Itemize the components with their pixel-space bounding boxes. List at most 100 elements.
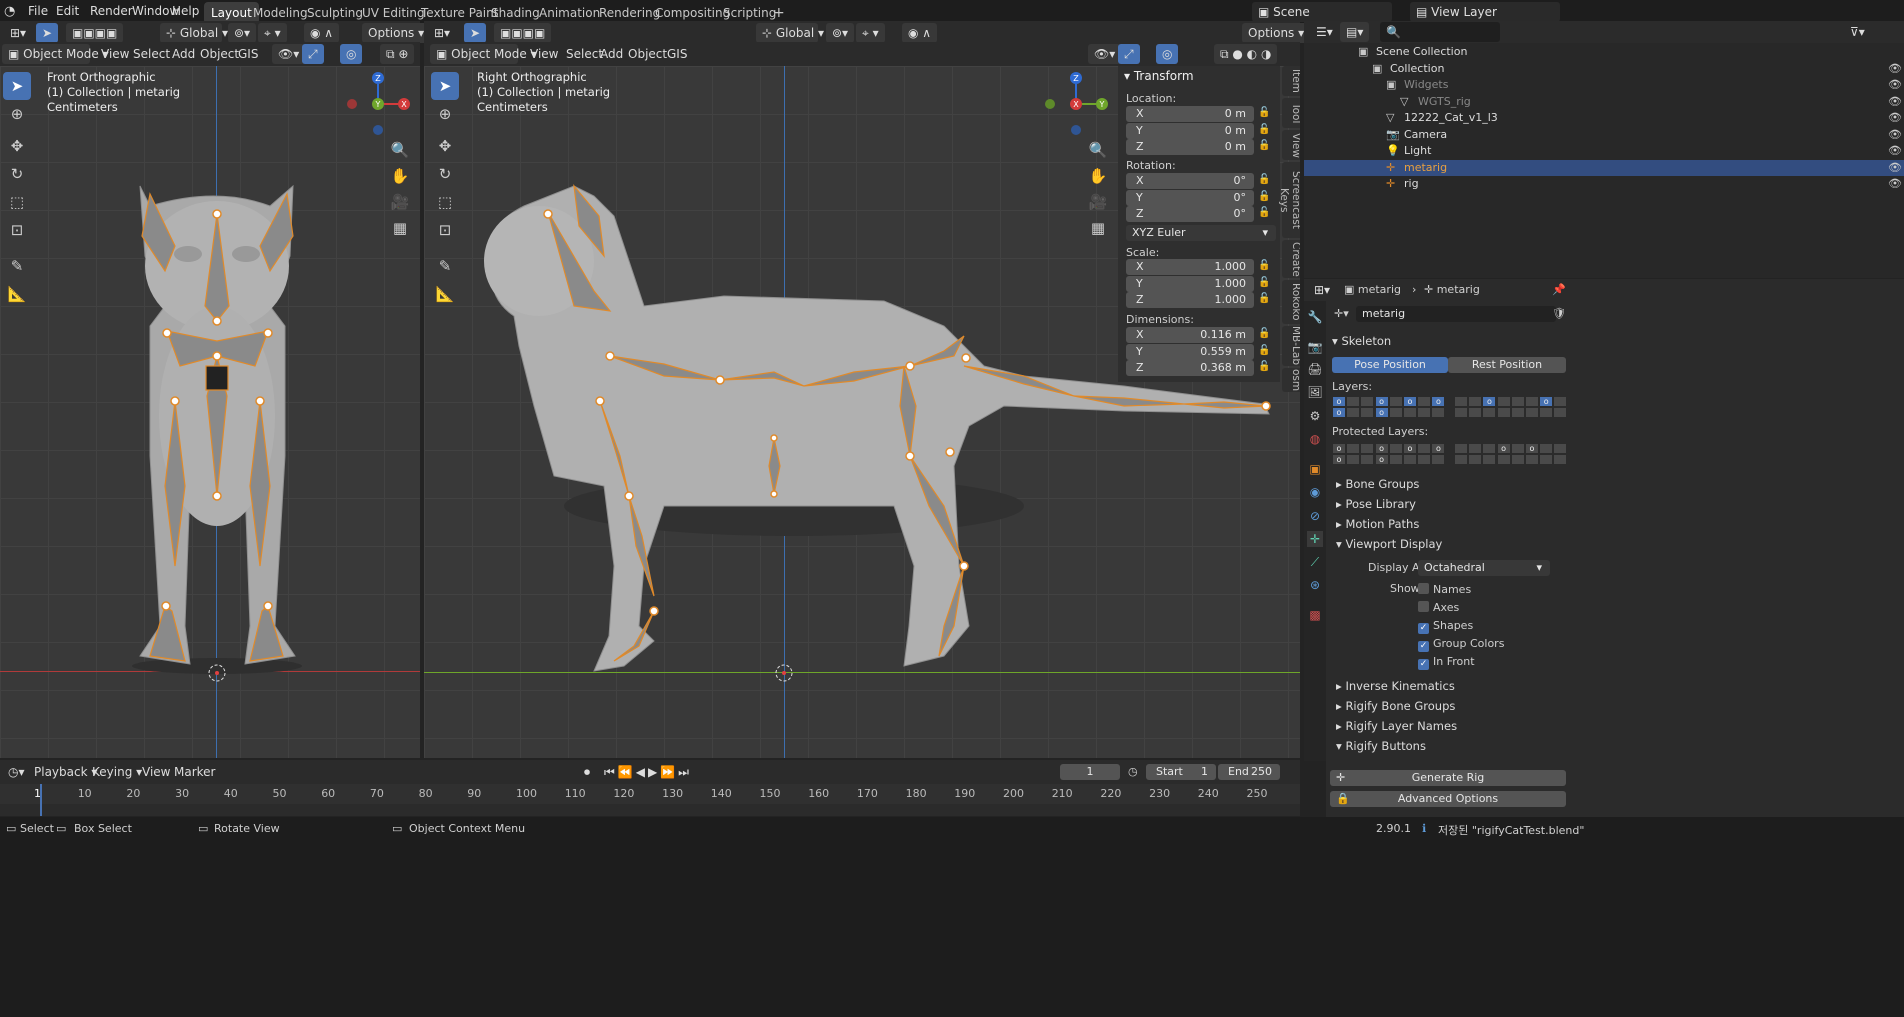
location-y-field[interactable]: Y 0 m: [1126, 122, 1254, 139]
layer-toggle[interactable]: o: [1332, 443, 1346, 454]
layer-toggle[interactable]: [1388, 454, 1403, 465]
layer-toggle[interactable]: [1388, 407, 1403, 418]
checkbox-in-front[interactable]: ✓ In Front: [1418, 655, 1475, 670]
rigify-layer-names-panel-header[interactable]: ▸ Rigify Layer Names: [1336, 719, 1457, 733]
xray-icon[interactable]: ⧉ ⊕: [380, 44, 415, 64]
bone-props-icon[interactable]: ⟋: [1307, 554, 1323, 570]
transform-panel-header[interactable]: ▾ Transform: [1124, 69, 1194, 83]
texture-props-icon[interactable]: ▩: [1307, 607, 1323, 623]
gizmo-toggle-icon[interactable]: ⤢: [302, 44, 324, 64]
checkbox-shapes[interactable]: ✓ Shapes: [1418, 619, 1473, 634]
rotation-z-field[interactable]: Z 0°: [1126, 206, 1254, 222]
editor-type-icon[interactable]: ⊞▾: [1308, 280, 1336, 300]
layer-toggle[interactable]: [1525, 407, 1539, 418]
snap-icon[interactable]: ⌖ ▾: [258, 23, 287, 43]
dimension-x-field[interactable]: X 0.116 m: [1126, 327, 1254, 343]
menu-render[interactable]: Render: [90, 4, 133, 18]
layer-toggle[interactable]: [1510, 396, 1525, 407]
generate-rig-button[interactable]: ✛ Generate Rig: [1330, 770, 1566, 786]
shading-modes-icon[interactable]: ⧉ ● ◐ ◑: [1214, 44, 1278, 64]
eye-icon[interactable]: 👁: [1888, 110, 1902, 126]
location-x-field[interactable]: X 0 m: [1126, 106, 1254, 122]
outliner-row[interactable]: 📷 Camera 👁: [1304, 127, 1904, 143]
pivot-icon[interactable]: ⊚▾: [826, 23, 855, 43]
menu-gis[interactable]: GIS: [238, 44, 258, 64]
proportional-icon[interactable]: ◉ ∧: [304, 23, 340, 43]
blender-logo-icon[interactable]: ◔: [4, 4, 15, 19]
npanel-tab-osm[interactable]: osm: [1282, 368, 1300, 392]
lock-icon[interactable]: 🔓: [1258, 191, 1270, 202]
checkbox-box[interactable]: [1418, 583, 1429, 594]
output-props-icon[interactable]: 🖨: [1307, 361, 1323, 377]
editor-type-icon[interactable]: ⊞▾: [428, 23, 456, 43]
layer-toggle[interactable]: [1346, 396, 1361, 407]
menu-add[interactable]: Add: [600, 44, 623, 64]
outliner-row[interactable]: 💡 Light 👁: [1304, 143, 1904, 159]
layer-toggle[interactable]: [1510, 443, 1525, 454]
outliner-search-input[interactable]: 🔍: [1380, 22, 1500, 42]
layer-toggle[interactable]: [1360, 396, 1375, 407]
menu-gis[interactable]: GIS: [667, 44, 687, 64]
outliner-row[interactable]: ▣ Scene Collection: [1304, 44, 1904, 60]
layer-toggle[interactable]: [1388, 396, 1403, 407]
transform-orientation[interactable]: ⊹ Global ▾: [160, 23, 228, 43]
layer-toggle[interactable]: [1417, 407, 1432, 418]
lock-icon[interactable]: 🔓: [1258, 277, 1270, 288]
editor-type-icon[interactable]: ⊞▾: [4, 23, 32, 43]
render-props-icon[interactable]: 📷: [1307, 339, 1323, 355]
select-tool-icon[interactable]: ➤: [464, 23, 487, 43]
front-viewport[interactable]: ➤ ⊕ ✥ ↻ ⬚ ⊡ ✎ 📐 Front Orthographic (1) C…: [0, 66, 420, 758]
menu-marker[interactable]: Marker: [174, 762, 215, 782]
menu-add[interactable]: Add: [172, 44, 195, 64]
layer-toggle[interactable]: [1417, 454, 1432, 465]
layer-toggle[interactable]: [1468, 396, 1483, 407]
constraint-props-icon[interactable]: ⊘: [1307, 508, 1323, 524]
options-button[interactable]: Options ▾: [1242, 23, 1311, 43]
playhead[interactable]: [40, 784, 42, 816]
layer-toggle[interactable]: [1539, 407, 1554, 418]
overlay-toggle-icon[interactable]: ◎: [1156, 44, 1179, 64]
layer-toggle[interactable]: o: [1374, 454, 1389, 465]
layer-toggle[interactable]: [1468, 454, 1483, 465]
pivot-icon[interactable]: ⊚▾: [228, 23, 257, 43]
scale-x-field[interactable]: X 1.000: [1126, 259, 1254, 275]
layer-toggle[interactable]: [1431, 454, 1446, 465]
menu-object[interactable]: Object: [628, 44, 667, 64]
layer-toggle[interactable]: [1553, 396, 1568, 407]
visibility-icon[interactable]: 👁▾: [272, 44, 306, 64]
location-z-field[interactable]: Z 0 m: [1126, 139, 1254, 155]
outliner-row[interactable]: ▣ Widgets 👁: [1304, 77, 1904, 93]
menu-file[interactable]: File: [28, 4, 48, 18]
layer-toggle[interactable]: [1553, 443, 1568, 454]
npanel-tab-create[interactable]: Create: [1282, 240, 1300, 278]
layer-toggle[interactable]: [1468, 443, 1483, 454]
layer-toggle[interactable]: [1482, 407, 1497, 418]
menu-object[interactable]: Object: [200, 44, 239, 64]
menu-select[interactable]: Select: [133, 44, 170, 64]
layer-toggle[interactable]: o: [1403, 396, 1417, 407]
pose-library-panel-header[interactable]: ▸ Pose Library: [1336, 497, 1416, 511]
outliner-row[interactable]: ▽ 12222_Cat_v1_l3 👁: [1304, 110, 1904, 126]
menu-edit[interactable]: Edit: [56, 4, 79, 18]
checkbox-box[interactable]: ✓: [1418, 623, 1429, 634]
layer-toggle[interactable]: [1525, 454, 1539, 465]
layer-toggle[interactable]: [1360, 454, 1375, 465]
eye-icon[interactable]: 👁: [1888, 160, 1902, 176]
npanel-tab-screencast-keys[interactable]: Screencast Keys: [1278, 162, 1300, 238]
checkbox-box[interactable]: ✓: [1418, 659, 1429, 670]
tool-props-icon[interactable]: 🔧: [1307, 309, 1323, 325]
lock-icon[interactable]: 🔓: [1258, 107, 1270, 118]
layer-toggle[interactable]: [1360, 443, 1375, 454]
layer-toggle[interactable]: [1539, 454, 1554, 465]
layer-toggle[interactable]: [1496, 407, 1511, 418]
snap-icon[interactable]: ⌖ ▾: [856, 23, 885, 43]
armature-data-icon[interactable]: ✛: [1307, 531, 1323, 547]
layer-toggle[interactable]: o: [1496, 443, 1511, 454]
layer-toggle[interactable]: [1431, 407, 1446, 418]
display-mode-icon[interactable]: ▤▾: [1340, 22, 1370, 42]
checkbox-box[interactable]: [1418, 601, 1429, 612]
motion-paths-panel-header[interactable]: ▸ Motion Paths: [1336, 517, 1419, 531]
outliner-row[interactable]: ✛ rig 👁: [1304, 176, 1904, 192]
gizmo-toggle-icon[interactable]: ⤢: [1118, 44, 1140, 64]
select-tool-icon[interactable]: ➤: [36, 23, 59, 43]
